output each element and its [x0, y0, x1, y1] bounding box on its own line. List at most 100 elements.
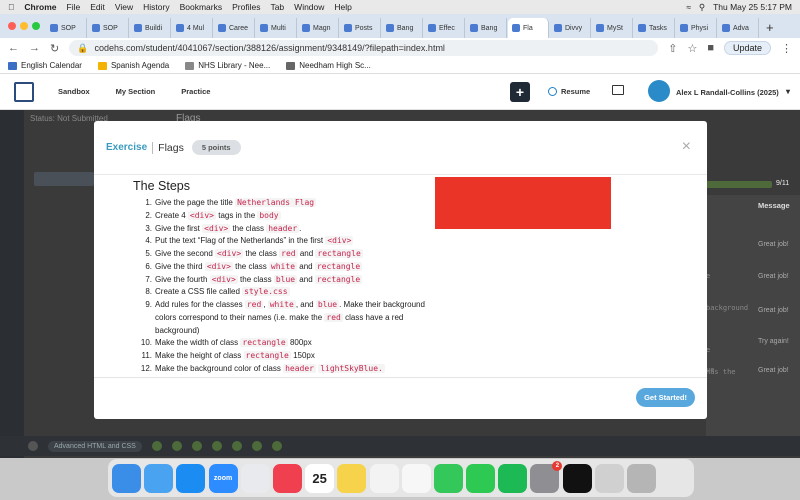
browser-tab[interactable]: Buildi — [130, 18, 171, 38]
browser-tab[interactable]: Tasks — [634, 18, 675, 38]
step-code: rectangle — [315, 249, 363, 258]
close-window-icon[interactable] — [8, 22, 16, 30]
ide-module-label[interactable]: Advanced HTML and CSS — [48, 440, 142, 452]
lesson-dot-icon[interactable] — [271, 441, 282, 451]
browser-tab[interactable]: Magn — [298, 18, 339, 38]
nav-my-section[interactable]: My Section — [116, 87, 156, 96]
lesson-dot-icon[interactable] — [211, 441, 222, 451]
menu-item-edit[interactable]: Edit — [90, 2, 105, 12]
menu-item-profiles[interactable]: Profiles — [232, 2, 260, 12]
settings-icon[interactable]: 2 — [530, 460, 563, 493]
bookmark-star-icon[interactable]: ☆ — [687, 42, 697, 55]
bookmark-item[interactable]: Needham High Sc... — [286, 61, 371, 70]
zoom-window-icon[interactable] — [32, 22, 40, 30]
menu-item-view[interactable]: View — [115, 2, 133, 12]
browser-tab[interactable]: Adva — [718, 18, 759, 38]
zoom-icon[interactable]: zoom — [208, 463, 238, 493]
tab-label: Caree — [229, 24, 249, 32]
bookmark-item[interactable]: English Calendar — [8, 61, 82, 70]
chrome-icon[interactable] — [240, 463, 270, 493]
back-icon[interactable]: ← — [8, 42, 19, 54]
breadcrumb-divider — [152, 141, 154, 154]
update-button[interactable]: Update — [723, 41, 771, 55]
tab-favicon-icon — [554, 24, 562, 32]
step-number: 7. — [145, 274, 152, 284]
close-icon[interactable]: × — [682, 139, 691, 155]
ide-result-message: Great job! — [758, 307, 789, 314]
browser-tab[interactable]: Posts — [340, 18, 381, 38]
resume-button[interactable]: Resume — [548, 87, 590, 96]
lesson-dot-icon[interactable] — [251, 441, 262, 451]
browser-tab[interactable]: Bang — [466, 18, 507, 38]
trash-icon[interactable] — [627, 463, 656, 493]
forward-icon[interactable]: → — [29, 42, 40, 54]
apple-icon[interactable]:  — [8, 2, 14, 12]
bookmark-item[interactable]: NHS Library - Nee... — [185, 61, 270, 70]
finder-icon[interactable] — [112, 463, 141, 493]
lock-icon: 🔒 — [77, 42, 89, 53]
add-button[interactable]: + — [510, 82, 530, 102]
messages-icon[interactable] — [433, 463, 463, 493]
share-icon[interactable]: ⇧ — [668, 42, 677, 55]
reload-icon[interactable]: ↻ — [50, 42, 59, 55]
apple-tv-icon[interactable] — [562, 463, 592, 493]
modal-body[interactable]: The Steps 1. Give the page the title Neth… — [94, 175, 707, 378]
search-icon[interactable]: ⚲ — [699, 2, 705, 13]
reminders-icon[interactable] — [401, 463, 431, 493]
step-text: Create 4 <div> tags in the body — [155, 210, 281, 223]
menu-item-help[interactable]: Help — [334, 2, 351, 12]
step-text: Give the third <div> the class white and… — [155, 261, 363, 274]
user-name[interactable]: Alex L Randall-Collins (2025) — [676, 88, 779, 97]
browser-tab[interactable]: Fla — [508, 18, 549, 38]
menu-app-name[interactable]: Chrome — [24, 2, 56, 12]
browser-tab[interactable]: MySt — [592, 18, 633, 38]
menu-item-window[interactable]: Window — [294, 2, 324, 12]
step-text-part: Create a CSS file called — [155, 287, 243, 297]
step-text: Make the width of class rectangle 800px — [155, 337, 312, 350]
lesson-dot-icon[interactable] — [151, 441, 162, 451]
menu-item-file[interactable]: File — [67, 2, 81, 12]
codehs-logo-icon[interactable] — [14, 81, 34, 102]
more-menu-icon[interactable]: ⋮ — [781, 42, 792, 55]
browser-tab[interactable]: 4 Mul — [172, 18, 213, 38]
browser-tab[interactable]: SOP — [88, 18, 129, 38]
facetime-icon[interactable] — [466, 463, 496, 493]
address-bar[interactable]: 🔒 codehs.com/student/4041067/section/388… — [69, 40, 659, 56]
mail-icon[interactable] — [144, 463, 174, 493]
lesson-dot-icon[interactable] — [231, 441, 242, 451]
calendar-icon[interactable]: 25 — [305, 463, 335, 493]
bookmark-item[interactable]: Spanish Agenda — [97, 61, 169, 70]
nav-practice[interactable]: Practice — [181, 87, 210, 96]
home-icon[interactable] — [28, 441, 38, 451]
browser-tab[interactable]: Bang — [382, 18, 423, 38]
browser-tab[interactable]: Caree — [214, 18, 255, 38]
launchpad-icon[interactable] — [594, 463, 624, 493]
menu-item-tab[interactable]: Tab — [270, 2, 284, 12]
browser-tab[interactable]: Effec — [424, 18, 465, 38]
browser-tab[interactable]: SOP — [46, 18, 87, 38]
browser-tab[interactable]: Multi — [256, 18, 297, 38]
extensions-icon[interactable]: ■ — [707, 42, 714, 54]
nav-sandbox[interactable]: Sandbox — [58, 87, 90, 96]
music-icon[interactable] — [272, 463, 302, 493]
lesson-dot-icon[interactable] — [191, 441, 202, 451]
wifi-icon[interactable]: ≈ — [686, 2, 691, 12]
layout-icon[interactable] — [612, 85, 624, 95]
menu-item-bookmarks[interactable]: Bookmarks — [180, 2, 223, 12]
new-tab-icon[interactable]: + — [760, 20, 780, 38]
app-store-icon[interactable] — [176, 463, 206, 493]
menu-item-history[interactable]: History — [143, 2, 169, 12]
lesson-dot-icon[interactable] — [171, 441, 182, 451]
avatar[interactable] — [648, 80, 670, 102]
get-started-button[interactable]: Get Started! — [636, 388, 695, 407]
browser-tab[interactable]: Physi — [676, 18, 717, 38]
ide-result-message: Great job! — [758, 241, 789, 248]
menu-items: File Edit View History Bookmarks Profiles Tab W… — [67, 2, 352, 12]
spotify-icon[interactable] — [498, 463, 528, 493]
photos-icon[interactable] — [369, 463, 399, 493]
minimize-window-icon[interactable] — [20, 22, 28, 30]
browser-tab[interactable]: Divvy — [550, 18, 591, 38]
clock[interactable]: Thu May 25 5:17 PM — [713, 2, 792, 12]
chevron-down-icon[interactable]: ▾ — [786, 87, 790, 96]
notes-icon[interactable] — [337, 463, 367, 493]
